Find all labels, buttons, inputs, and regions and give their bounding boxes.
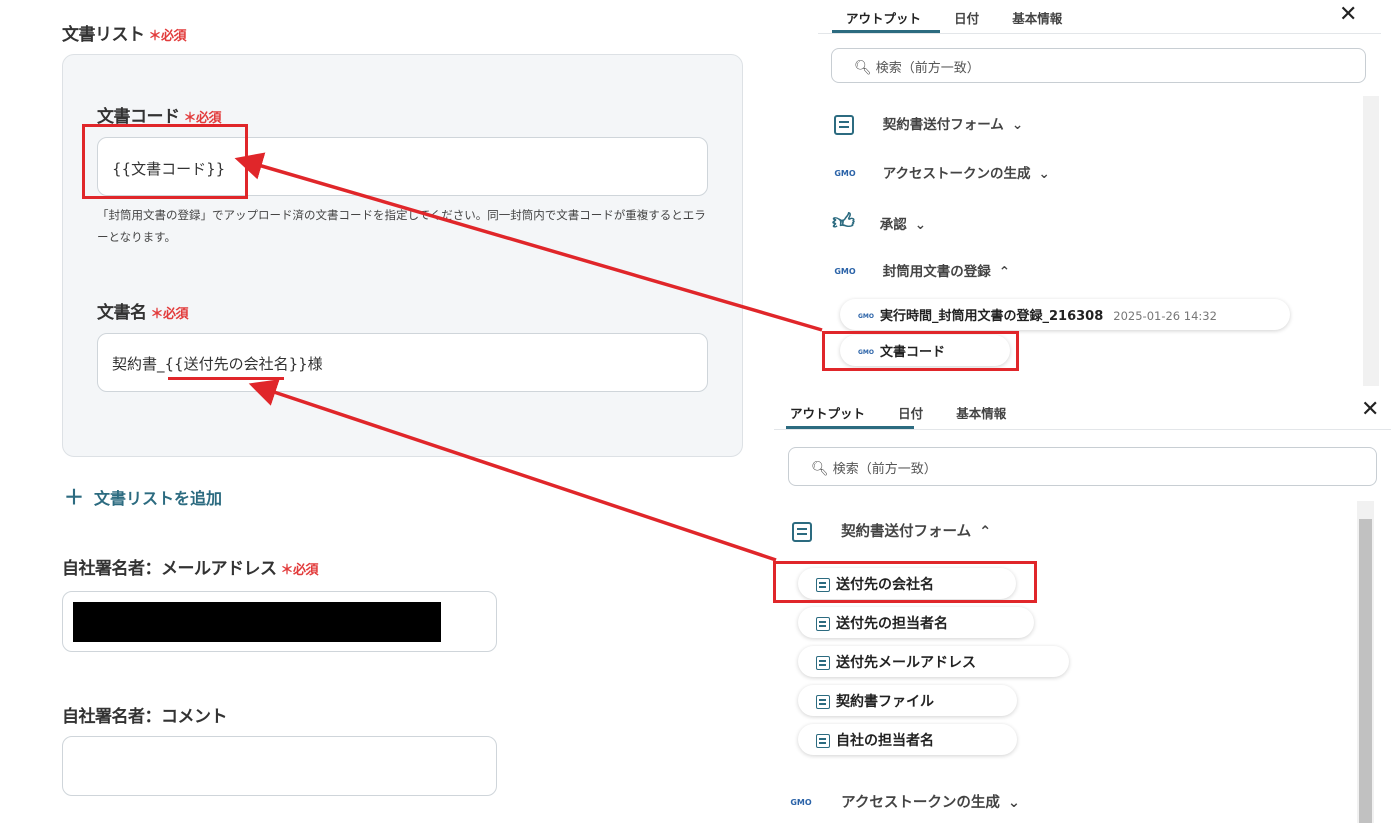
arrow-doc-code bbox=[234, 152, 823, 332]
arrow-company-name bbox=[248, 379, 777, 562]
annotation-arrows bbox=[234, 152, 823, 562]
